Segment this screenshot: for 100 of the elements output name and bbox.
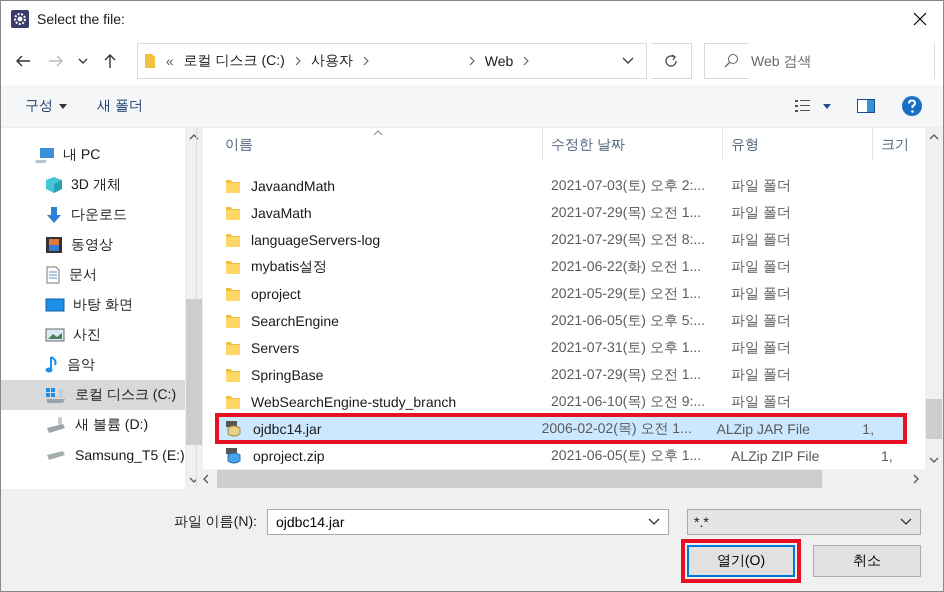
cancel-button[interactable]: 취소: [813, 545, 921, 577]
music-note-icon: [45, 356, 59, 374]
sidebar-item[interactable]: Samsung_T5 (E:): [1, 440, 185, 470]
scrollbar-thumb[interactable]: [217, 470, 822, 488]
column-header[interactable]: 이름: [217, 128, 543, 160]
file-row[interactable]: SpringBase 2021-07-29(목) 오전 1... 파일 폴더: [217, 361, 925, 388]
sidebar-item[interactable]: 문서: [1, 260, 185, 290]
search-box[interactable]: Web 검색: [704, 43, 935, 79]
file-row[interactable]: mybatis설정 2021-06-22(화) 오전 1... 파일 폴더: [217, 253, 925, 280]
up-arrow-icon: [103, 53, 118, 69]
file-name: oproject.zip: [253, 448, 325, 464]
sidebar-item[interactable]: 새 볼륨 (D:): [1, 410, 185, 440]
folder-icon: [225, 178, 241, 194]
organize-menu[interactable]: 구성: [15, 93, 77, 119]
sidebar-item[interactable]: 음악: [1, 350, 185, 380]
sidebar-item[interactable]: 내 PC: [1, 140, 185, 170]
breadcrumb-item[interactable]: Web: [484, 53, 514, 69]
scroll-right-icon[interactable]: [913, 474, 919, 484]
file-row[interactable]: languageServers-log 2021-07-29(목) 오전 8:... 파일 폴더: [217, 226, 925, 253]
search-field[interactable]: Web 검색: [749, 43, 934, 79]
refresh-button[interactable]: [651, 43, 692, 79]
modified-date: 2021-06-10(목) 오전 9:...: [551, 392, 706, 410]
open-button[interactable]: 열기(O): [687, 545, 795, 577]
file-type: 파일 폴더: [731, 284, 791, 302]
file-type: 파일 폴더: [731, 258, 791, 276]
overflow-chevron[interactable]: «: [166, 53, 174, 69]
file-type: 파일 폴더: [731, 392, 791, 410]
file-type: 파일 폴더: [731, 366, 791, 384]
modified-date: 2021-07-03(토) 오후 2:...: [551, 176, 706, 194]
file-name: SearchEngine: [251, 312, 339, 328]
right-arrow-icon: [48, 54, 64, 68]
file-row[interactable]: SearchEngine 2021-06-05(토) 오후 5:... 파일 폴더: [217, 307, 925, 334]
file-row[interactable]: ojdbc14.jar 2006-02-02(목) 오전 1... ALZip JAR File 1,: [217, 415, 905, 442]
sidebar-item[interactable]: 바탕 화면: [1, 290, 185, 320]
scroll-up-icon[interactable]: [188, 134, 199, 140]
dropdown-chevron-icon[interactable]: [622, 57, 634, 65]
caret-icon: [59, 104, 67, 108]
scrollbar-thumb[interactable]: [186, 298, 202, 445]
sidebar-item[interactable]: 다운로드: [1, 200, 185, 230]
file-row[interactable]: WebSearchEngine-study_branch 2021-06-10(목) 오전 9:... 파일 폴더: [217, 388, 925, 415]
modified-date: 2021-06-05(토) 오후 1...: [551, 446, 702, 464]
column-header[interactable]: 수정한 날짜: [543, 128, 723, 160]
file-name: oproject: [251, 286, 301, 302]
folder-icon: [225, 366, 241, 382]
file-type: 파일 폴더: [731, 338, 791, 356]
address-bar[interactable]: « 로컬 디스크 (C:) 사용자 Web: [136, 43, 648, 79]
dropdown-chevron-icon[interactable]: [900, 518, 912, 526]
file-row[interactable]: oproject.zip 2021-06-05(토) 오후 1... ALZip ZIP File 1,: [217, 442, 925, 469]
file-type: 파일 폴더: [731, 312, 791, 330]
document-icon: [45, 266, 61, 284]
landscape-picture-icon: [45, 327, 65, 343]
modified-date: 2021-06-22(화) 오전 1...: [551, 258, 702, 276]
chevron-icon[interactable]: [523, 56, 530, 66]
file-name: ojdbc14.jar: [253, 420, 322, 436]
scroll-up-icon[interactable]: [929, 134, 939, 140]
folder-icon: [225, 394, 241, 410]
file-name: WebSearchEngine-study_branch: [251, 394, 456, 410]
chevron-down-icon: [78, 58, 88, 64]
folder-icon: [144, 53, 156, 69]
folder-icon: [225, 204, 241, 220]
folder-icon: [225, 340, 241, 356]
scroll-down-icon[interactable]: [929, 457, 939, 463]
file-type: ALZip JAR File: [716, 420, 810, 436]
dropdown-chevron-icon[interactable]: [648, 518, 660, 526]
file-size: 1,: [862, 420, 874, 436]
scrollbar-thumb[interactable]: [926, 399, 942, 439]
folder-icon: [225, 258, 241, 274]
breadcrumb-item[interactable]: 로컬 디스크 (C:): [184, 52, 285, 70]
chevron-icon[interactable]: [294, 56, 301, 66]
column-header[interactable]: 유형: [723, 128, 873, 160]
file-row[interactable]: oproject 2021-05-29(토) 오전 1... 파일 폴더: [217, 280, 925, 307]
sidebar-item[interactable]: 동영상: [1, 230, 185, 260]
new-folder-button[interactable]: 새 폴더: [87, 93, 153, 119]
sidebar-item[interactable]: 로컬 디스크 (C:): [1, 380, 185, 410]
file-name-label: 파일 이름(N):: [174, 513, 257, 531]
modified-date: 2021-07-29(목) 오전 1...: [551, 204, 702, 222]
gear-app-icon: [11, 10, 29, 28]
file-row[interactable]: JavaandMath 2021-07-03(토) 오후 2:... 파일 폴더: [217, 172, 925, 199]
film-icon: [45, 236, 63, 254]
modified-date: 2021-05-29(토) 오전 1...: [551, 284, 702, 302]
chevron-icon[interactable]: [468, 56, 475, 66]
sidebar-item[interactable]: 사진: [1, 320, 185, 350]
scroll-left-icon[interactable]: [203, 474, 209, 484]
column-header[interactable]: 크기: [873, 128, 925, 160]
breadcrumb-item[interactable]: 사용자: [310, 52, 353, 70]
scrollbar[interactable]: [925, 128, 943, 489]
file-type-dropdown[interactable]: *.*: [687, 509, 921, 535]
scrollbar[interactable]: [184, 128, 203, 489]
file-row[interactable]: JavaMath 2021-07-29(목) 오전 1... 파일 폴더: [217, 199, 925, 226]
file-type: 파일 폴더: [731, 230, 791, 248]
chevron-icon[interactable]: [362, 56, 369, 66]
folder-icon: [225, 312, 241, 328]
file-row[interactable]: Servers 2021-07-31(토) 오후 1... 파일 폴더: [217, 334, 925, 361]
search-icon: [723, 53, 739, 69]
file-name: Servers: [251, 340, 300, 356]
sidebar-item[interactable]: 3D 개체: [1, 170, 185, 200]
help-icon: [901, 95, 923, 117]
windows-drive-icon: [45, 386, 67, 404]
folder-icon: [225, 286, 241, 302]
scrollbar[interactable]: [197, 469, 925, 489]
